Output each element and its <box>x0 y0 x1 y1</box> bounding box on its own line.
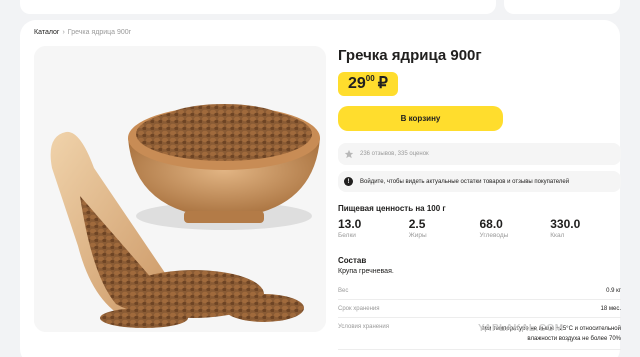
nutrition-value: 2.5 <box>408 217 426 231</box>
rating-summary[interactable]: 236 отзывов, 335 оценок <box>338 143 621 165</box>
nutrition-value: 13.0 <box>338 217 362 231</box>
nutrition-values: 13.0 Белки 2.5 Жиры 68.0 Углеводы 330.0 … <box>338 217 621 239</box>
watermark: YAPLAKAL.COM <box>478 323 564 334</box>
currency-symbol: ₽ <box>377 75 388 92</box>
login-notice[interactable]: ! Войдите, чтобы видеть актуальные остат… <box>338 171 621 192</box>
breadcrumb: Каталог › Гречка ядрица 900г <box>34 29 131 36</box>
property-value: 18 мес. <box>600 306 621 312</box>
buckwheat-photo <box>34 46 326 332</box>
composition-text: Крупа гречневая. <box>338 268 394 275</box>
info-icon: ! <box>344 177 353 186</box>
price-integer: 29 <box>348 75 366 92</box>
breadcrumb-separator: › <box>62 29 65 36</box>
property-row: Срок хранения 18 мес. <box>338 300 621 318</box>
property-key: Срок хранения <box>338 306 380 312</box>
nutrition-value: 330.0 <box>550 217 581 231</box>
product-card: Каталог › Гречка ядрица 900г Гречка ядри… <box>20 20 621 357</box>
rating-text: 236 отзывов, 335 оценок <box>360 151 429 157</box>
property-key: Условия хранения <box>338 324 390 330</box>
property-row: Вес 0.9 кг <box>338 282 621 300</box>
nutrition-item: 330.0 Ккал <box>550 217 621 239</box>
login-notice-text: Войдите, чтобы видеть актуальные остатки… <box>360 178 570 185</box>
breadcrumb-current: Гречка ядрица 900г <box>67 29 132 36</box>
nutrition-value: 68.0 <box>479 217 503 231</box>
nutrition-title: Пищевая ценность на 100 г <box>338 204 446 213</box>
properties-table: Вес 0.9 кг Срок хранения 18 мес. Условия… <box>338 282 621 350</box>
nutrition-label: Ккал <box>550 232 565 239</box>
top-bar-user <box>504 0 620 14</box>
price-fraction: 00 <box>365 74 375 83</box>
composition-title: Состав <box>338 256 367 265</box>
nutrition-item: 13.0 Белки <box>338 217 409 239</box>
nutrition-item: 2.5 Жиры <box>409 217 480 239</box>
property-value: 0.9 кг <box>606 288 621 294</box>
property-key: Вес <box>338 288 349 294</box>
nutrition-label: Белки <box>338 232 356 239</box>
nutrition-label: Жиры <box>408 232 427 239</box>
top-bar-search <box>20 0 496 14</box>
add-to-cart-button[interactable]: В корзину <box>338 106 503 131</box>
breadcrumb-catalog-link[interactable]: Каталог <box>34 29 59 36</box>
star-icon <box>344 149 354 159</box>
price-badge: 29 00 ₽ <box>338 72 398 96</box>
product-title: Гречка ядрица 900г <box>338 47 482 64</box>
nutrition-label: Углеводы <box>479 232 509 239</box>
product-image <box>34 46 326 332</box>
nutrition-item: 68.0 Углеводы <box>480 217 551 239</box>
